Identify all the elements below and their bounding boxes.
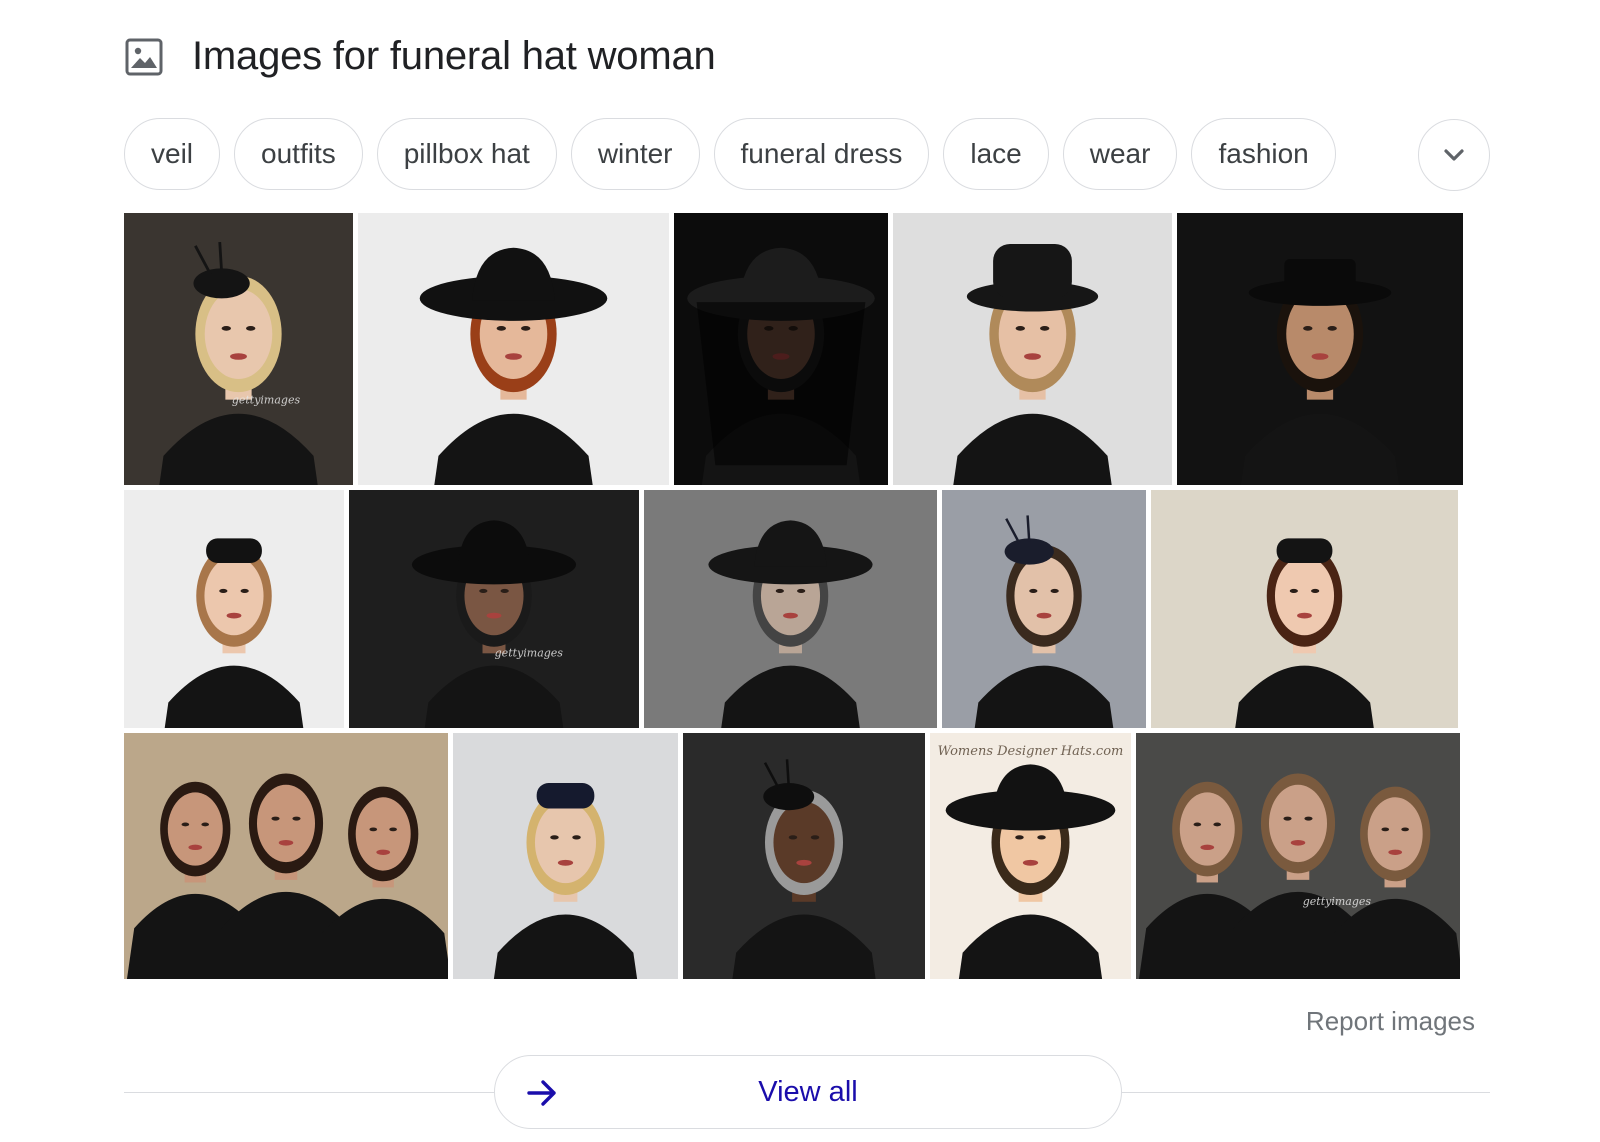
chip-funeral-dress[interactable]: funeral dress: [713, 118, 930, 190]
chip-winter[interactable]: winter: [570, 118, 700, 190]
image-result-thumbnail[interactable]: Womens Designer Hats.com: [930, 733, 1131, 979]
thumbnail-image: [358, 213, 669, 485]
image-result-thumbnail[interactable]: [124, 490, 344, 728]
thumbnail-image: [893, 213, 1172, 485]
report-images-link[interactable]: Report images: [1306, 1006, 1475, 1037]
thumbnail-image: [683, 733, 925, 979]
page-title: Images for funeral hat woman: [192, 34, 716, 78]
arrow-right-icon: [527, 1080, 556, 1106]
image-result-thumbnail[interactable]: [124, 733, 448, 979]
thumbnail-image: [942, 490, 1146, 728]
image-result-thumbnail[interactable]: [453, 733, 678, 979]
divider-right: [1122, 1092, 1490, 1093]
image-result-thumbnail[interactable]: [644, 490, 937, 728]
thumbnail-image: [124, 490, 344, 728]
thumbnail-image: [124, 733, 448, 979]
image-result-thumbnail[interactable]: [683, 733, 925, 979]
image-icon: [125, 38, 163, 75]
image-result-thumbnail[interactable]: [942, 490, 1146, 728]
chevron-down-icon: [1444, 149, 1464, 161]
image-result-thumbnail[interactable]: gettyimages: [1136, 733, 1460, 979]
watermark-text: gettyimages: [1303, 895, 1372, 908]
thumbnail-image: [674, 213, 888, 485]
image-result-thumbnail[interactable]: gettyimages: [124, 213, 353, 485]
image-row: gettyimages: [124, 213, 1490, 485]
chip-lace[interactable]: lace: [943, 118, 1049, 190]
section-header: Images for funeral hat woman: [124, 34, 716, 79]
image-result-thumbnail[interactable]: [358, 213, 669, 485]
image-row: Womens Designer Hats.com gettyimages: [124, 733, 1490, 979]
thumbnail-image: gettyimages: [349, 490, 639, 728]
watermark-text: gettyimages: [495, 647, 564, 660]
image-grid: gettyimages gettyimages Womens Designer Ha…: [124, 213, 1490, 984]
thumbnail-image: [1177, 213, 1463, 485]
chip-wear[interactable]: wear: [1062, 118, 1178, 190]
image-result-thumbnail[interactable]: [674, 213, 888, 485]
view-all-button[interactable]: View all: [494, 1055, 1122, 1129]
filter-chips: veil outfits pillbox hat winter funeral dres…: [124, 118, 1336, 190]
thumbnail-image: Womens Designer Hats.com: [930, 733, 1131, 979]
image-result-thumbnail[interactable]: [893, 213, 1172, 485]
thumbnail-image: [644, 490, 937, 728]
chip-fashion[interactable]: fashion: [1191, 118, 1336, 190]
chip-outfits[interactable]: outfits: [234, 118, 363, 190]
image-row: gettyimages: [124, 490, 1490, 728]
image-result-thumbnail[interactable]: gettyimages: [349, 490, 639, 728]
image-result-thumbnail[interactable]: [1177, 213, 1463, 485]
thumbnail-image: [453, 733, 678, 979]
chip-veil[interactable]: veil: [124, 118, 221, 190]
watermark-text: Womens Designer Hats.com: [938, 744, 1124, 759]
thumbnail-image: [1151, 490, 1458, 728]
thumbnail-image: gettyimages: [1136, 733, 1460, 979]
image-result-thumbnail[interactable]: [1151, 490, 1458, 728]
thumbnail-image: gettyimages: [124, 213, 353, 485]
chip-pillbox-hat[interactable]: pillbox hat: [376, 118, 557, 190]
view-all-label: View all: [758, 1075, 858, 1108]
watermark-text: gettyimages: [232, 393, 301, 406]
divider-left: [124, 1092, 494, 1093]
expand-chips-button[interactable]: [1418, 119, 1490, 191]
